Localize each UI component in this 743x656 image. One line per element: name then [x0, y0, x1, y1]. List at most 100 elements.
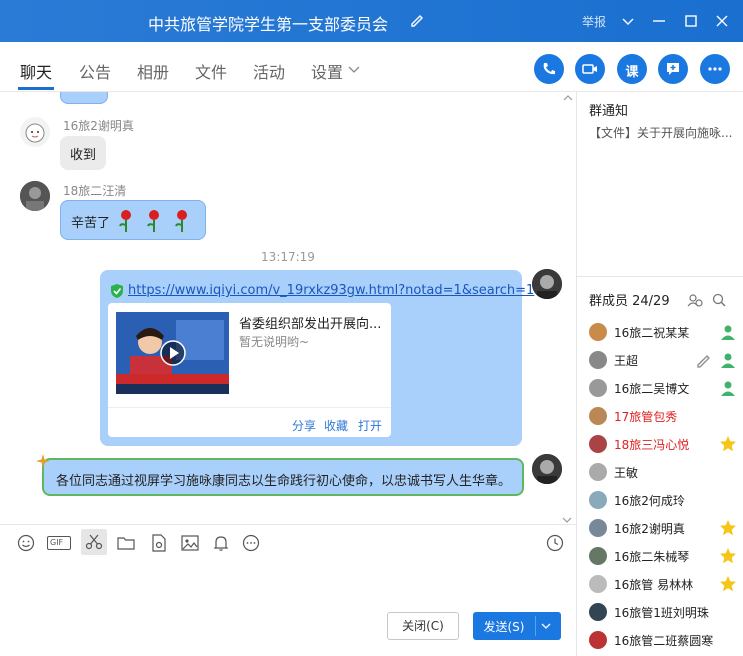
chevron-down-icon[interactable]	[348, 66, 360, 74]
group-notice-text[interactable]: 【文件】关于开展向施咏...	[589, 124, 739, 141]
member-avatar	[589, 631, 607, 649]
member-name: 16旅二朱械琴	[614, 550, 690, 564]
admin-icon	[721, 381, 735, 396]
member-row[interactable]: 王超	[589, 348, 739, 372]
shield-check-icon	[111, 284, 123, 298]
message-timestamp: 13:17:19	[261, 250, 315, 264]
member-row[interactable]: 16旅管二班蔡圆寒	[589, 628, 739, 652]
divider	[108, 407, 391, 408]
scroll-down-icon[interactable]	[562, 516, 572, 524]
chat-add-icon	[667, 63, 679, 75]
tab-chat[interactable]: 聊天	[20, 59, 52, 83]
message-link[interactable]: https://www.iqiyi.com/v_19rxkz93gw.html?…	[128, 283, 534, 298]
chevron-down-icon[interactable]	[541, 623, 551, 630]
message-bubble-partial	[60, 92, 108, 104]
link-message[interactable]: https://www.iqiyi.com/v_19rxkz93gw.html?…	[100, 270, 534, 446]
close-button[interactable]: 关闭(C)	[387, 612, 459, 640]
member-row[interactable]: 16旅2何成玲	[589, 488, 739, 512]
message-text: 收到	[70, 148, 97, 163]
group-title: 中共旅管学院学生第一支部委员会	[148, 15, 389, 34]
member-row[interactable]: 18旅三冯心悦	[589, 432, 739, 456]
member-name: 16旅2何成玲	[614, 494, 685, 508]
video-call-button[interactable]	[575, 54, 605, 84]
lesson-button[interactable]: 课	[617, 54, 647, 84]
lesson-label: 课	[625, 65, 639, 80]
send-button[interactable]: 发送(S)	[473, 612, 561, 640]
card-title: 省委组织部发出开展向...	[239, 317, 382, 332]
chevron-down-icon[interactable]	[618, 11, 638, 31]
play-icon[interactable]	[160, 340, 186, 366]
star-icon	[720, 436, 736, 452]
member-name: 18旅三冯心悦	[614, 438, 690, 452]
emoji-icon[interactable]	[17, 534, 35, 552]
card-description: 暂无说明哟~	[239, 335, 310, 349]
message-input[interactable]: 关闭(C) 发送(S)	[0, 560, 576, 656]
message-bubble[interactable]: 收到	[60, 136, 107, 170]
member-avatar	[589, 407, 607, 425]
sender-name: 18旅二汪清	[63, 184, 127, 198]
maximize-icon[interactable]	[681, 11, 701, 31]
composer-toolbar: GIF	[0, 524, 576, 560]
member-manage-icon[interactable]	[687, 292, 703, 308]
members-title: 群成员 24/29	[589, 294, 670, 309]
sender-name: 16旅2谢明真	[63, 119, 134, 133]
tab-files[interactable]: 文件	[195, 59, 227, 83]
phone-icon	[543, 63, 555, 75]
message-text: 各位同志通过视屏学习施咏康同志以生命践行初心使命，以忠诚书写人生华章。	[56, 474, 512, 489]
tab-announcements[interactable]: 公告	[79, 59, 111, 83]
close-icon[interactable]	[712, 11, 732, 31]
gif-button[interactable]: GIF	[47, 536, 71, 550]
member-row[interactable]: 16旅管1班刘明珠	[589, 600, 739, 624]
member-name: 16旅2谢明真	[614, 522, 685, 536]
tab-albums[interactable]: 相册	[137, 59, 169, 83]
avatar[interactable]	[20, 117, 50, 147]
open-button[interactable]: 打开	[358, 417, 382, 434]
more-tools-icon[interactable]	[242, 534, 260, 552]
member-row[interactable]: 16旅二吴博文	[589, 376, 739, 400]
screenshot-button[interactable]	[81, 529, 107, 555]
member-name: 16旅二吴博文	[614, 382, 690, 396]
edit-title-icon[interactable]	[409, 12, 425, 28]
avatar[interactable]	[532, 454, 562, 484]
collapse-icon[interactable]	[563, 94, 573, 102]
member-row[interactable]: 16旅管 易林林	[589, 572, 739, 596]
member-name: 16旅管 易林林	[614, 578, 694, 592]
image-icon[interactable]	[181, 534, 199, 552]
folder-icon[interactable]	[117, 534, 135, 552]
search-icon[interactable]	[711, 292, 727, 308]
tab-activities[interactable]: 活动	[253, 59, 285, 83]
member-row[interactable]: 16旅二祝某某	[589, 320, 739, 344]
member-row[interactable]: 16旅二朱械琴	[589, 544, 739, 568]
message-bubble[interactable]: 各位同志通过视屏学习施咏康同志以生命践行初心使命，以忠诚书写人生华章。	[42, 458, 524, 496]
more-button[interactable]	[700, 54, 730, 84]
link-preview-card[interactable]: 省委组织部发出开展向... 暂无说明哟~ 分享 收藏 打开	[108, 303, 391, 437]
member-avatar	[589, 379, 607, 397]
history-clock-icon[interactable]	[546, 534, 564, 552]
member-row[interactable]: 17旅管包秀	[589, 404, 739, 428]
edit-icon[interactable]	[695, 351, 713, 369]
member-avatar	[589, 435, 607, 453]
member-row[interactable]: 王敏	[589, 460, 739, 484]
chat-area[interactable]: 16旅2谢明真 收到 18旅二汪清 辛苦了 13:17:19 https://w…	[0, 92, 576, 524]
member-avatar	[589, 575, 607, 593]
avatar[interactable]	[20, 181, 50, 211]
bell-icon[interactable]	[212, 534, 230, 552]
share-button[interactable]: 分享	[292, 417, 316, 434]
favorite-button[interactable]: 收藏	[324, 417, 348, 434]
member-avatar	[589, 323, 607, 341]
message-bubble[interactable]: 辛苦了	[60, 200, 206, 240]
tab-bar: 聊天 公告 相册 文件 活动 设置 课	[0, 42, 743, 92]
minimize-icon[interactable]	[649, 11, 669, 31]
avatar[interactable]	[532, 269, 562, 299]
new-message-button[interactable]	[658, 54, 688, 84]
doc-search-icon[interactable]	[150, 534, 168, 552]
photo-avatar-icon	[532, 454, 562, 484]
report-link[interactable]: 举报	[582, 13, 606, 30]
photo-avatar-icon	[20, 181, 50, 211]
video-thumbnail[interactable]	[116, 312, 229, 394]
voice-call-button[interactable]	[534, 54, 564, 84]
member-name: 17旅管包秀	[614, 410, 678, 424]
tab-settings[interactable]: 设置	[311, 59, 343, 83]
group-notice-title[interactable]: 群通知	[589, 100, 628, 119]
member-row[interactable]: 16旅2谢明真	[589, 516, 739, 540]
